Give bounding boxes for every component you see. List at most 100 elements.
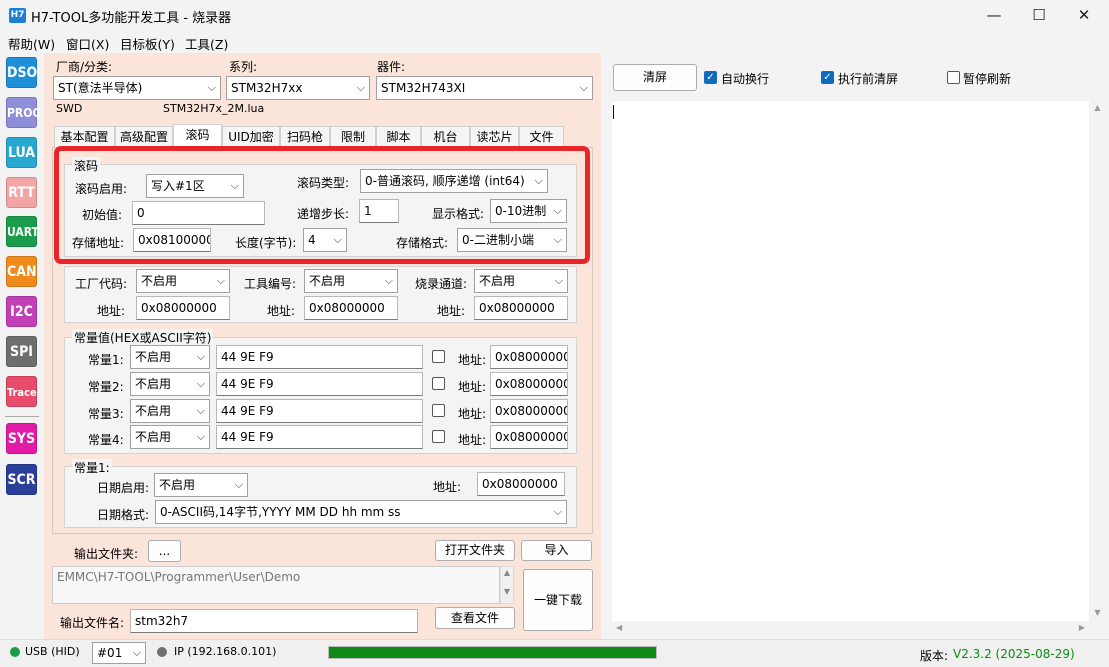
open-folder-button[interactable]: 打开文件夹 — [435, 540, 515, 561]
chevron-down-icon: ⌵ — [234, 478, 243, 491]
date-addr-input[interactable]: 0x08000000 — [477, 472, 565, 496]
minimize-button[interactable]: — — [971, 0, 1017, 31]
sidebar-scr-button[interactable]: SCR — [6, 464, 37, 495]
tab-1[interactable]: 高级配置 — [115, 126, 173, 147]
interface-text: SWD — [56, 102, 83, 115]
device-label: 器件: — [377, 60, 406, 74]
tab-9[interactable]: 文件 — [519, 126, 564, 147]
vendor-select[interactable]: ST(意法半导体) ⌵ — [53, 76, 221, 100]
one-click-download-button[interactable]: 一键下载 — [523, 569, 593, 631]
tool-number-select[interactable]: 不启用 ⌵ — [304, 269, 398, 293]
path-scrollbar[interactable]: ▲ ▼ — [500, 566, 514, 604]
sidebar-lua-button[interactable]: LUA — [6, 137, 37, 168]
tab-0[interactable]: 基本配置 — [54, 126, 115, 147]
progress-fill — [329, 647, 656, 658]
console-vertical-scrollbar[interactable]: ▲ ▼ — [1089, 101, 1106, 621]
browse-folder-button[interactable]: ... — [148, 540, 181, 562]
chevron-down-icon: ⌵ — [196, 404, 205, 417]
maximize-button[interactable]: ☐ — [1016, 0, 1062, 31]
scroll-down-icon[interactable]: ▼ — [501, 579, 513, 605]
clear-before-run-label: 执行前清屏 — [838, 72, 899, 86]
factory-addr-input[interactable]: 0x08000000 — [136, 296, 230, 320]
date-format-select[interactable]: 0-ASCII码,14字节,YYYY MM DD hh mm ss ⌵ — [155, 500, 567, 524]
output-path-field[interactable]: EMMC\H7-TOOL\Programmer\User\Demo — [52, 566, 500, 604]
date-enable-select[interactable]: 不启用 ⌵ — [154, 473, 248, 497]
chevron-down-icon: ⌵ — [196, 350, 205, 363]
tab-8[interactable]: 读芯片 — [470, 126, 519, 147]
factory-code-select[interactable]: 不启用 ⌵ — [136, 269, 230, 293]
series-select[interactable]: STM32H7xx ⌵ — [226, 76, 370, 100]
usb-status-text: USB (HID) — [25, 645, 80, 658]
tab-7[interactable]: 机台 — [421, 126, 470, 147]
tab-6[interactable]: 脚本 — [376, 126, 421, 147]
channel-addr-input[interactable]: 0x08000000 — [474, 296, 568, 320]
constant-2-enable-select[interactable]: 不启用 ⌵ — [130, 372, 210, 396]
scroll-up-icon[interactable]: ▲ — [501, 567, 513, 579]
constant-2-addr-input[interactable]: 0x08000000 — [490, 372, 568, 396]
menu-tools[interactable]: 工具(Z) — [185, 34, 228, 53]
chevron-down-icon: ⌵ — [553, 505, 562, 518]
window-title: H7-TOOL多功能开发工具 - 烧录器 — [31, 11, 232, 26]
scroll-right-icon[interactable]: ▶ — [1079, 623, 1085, 632]
constant-4-value-input[interactable]: 44 9E F9 — [216, 425, 423, 449]
constant-1-enable-select[interactable]: 不启用 ⌵ — [130, 345, 210, 369]
highlight-box — [54, 146, 590, 264]
port-select[interactable]: #01 ⌵ — [92, 642, 146, 664]
scroll-up-icon[interactable]: ▲ — [1089, 103, 1106, 112]
constants-group-title: 常量值(HEX或ASCII字符) — [72, 329, 214, 346]
clear-before-run-checkbox[interactable]: ✓ — [821, 71, 834, 84]
constant-4-enable-select[interactable]: 不启用 ⌵ — [130, 425, 210, 449]
sidebar-spi-button[interactable]: SPI — [6, 336, 37, 367]
factory-code-label: 工厂代码: — [75, 277, 128, 291]
sidebar-i2c-button[interactable]: I2C — [6, 296, 37, 327]
tab-2[interactable]: 滚码 — [173, 124, 222, 148]
chevron-down-icon: ⌵ — [196, 430, 205, 443]
tool-addr-input[interactable]: 0x08000000 — [304, 296, 398, 320]
sidebar-prog-button[interactable]: PROG — [6, 97, 41, 128]
sidebar-dso-button[interactable]: DSO — [6, 57, 37, 88]
auto-wrap-checkbox[interactable]: ✓ — [704, 71, 717, 84]
import-button[interactable]: 导入 — [521, 540, 592, 561]
constant-4-checkbox[interactable] — [432, 430, 445, 443]
sidebar-rtt-button[interactable]: RTT — [6, 177, 37, 208]
date-enable-label: 日期启用: — [97, 481, 150, 495]
date-addr-label: 地址: — [433, 480, 462, 494]
menu-window[interactable]: 窗口(X) — [66, 34, 109, 53]
clear-screen-button[interactable]: 清屏 — [613, 64, 697, 91]
menu-target[interactable]: 目标板(Y) — [120, 34, 175, 53]
device-select[interactable]: STM32H743XI ⌵ — [376, 76, 593, 100]
vendor-label: 厂商/分类: — [56, 60, 113, 74]
view-file-button[interactable]: 查看文件 — [435, 607, 515, 629]
constant-2-checkbox[interactable] — [432, 377, 445, 390]
menu-help[interactable]: 帮助(W) — [8, 34, 55, 53]
console-horizontal-scrollbar[interactable]: ◀ ▶ — [612, 621, 1089, 638]
sidebar-trace-button[interactable]: Trace — [6, 376, 37, 407]
channel-select[interactable]: 不启用 ⌵ — [474, 269, 568, 293]
output-filename-input[interactable]: stm32h7 — [130, 609, 418, 633]
tab-5[interactable]: 限制 — [330, 126, 376, 147]
constant-2-value-input[interactable]: 44 9E F9 — [216, 372, 423, 396]
pause-refresh-checkbox[interactable] — [947, 71, 960, 84]
close-button[interactable]: ✕ — [1061, 0, 1107, 31]
channel-label: 烧录通道: — [415, 277, 468, 291]
constant-3-value-input[interactable]: 44 9E F9 — [216, 399, 423, 423]
sidebar-can-button[interactable]: CAN — [6, 256, 37, 287]
tab-4[interactable]: 扫码枪 — [280, 126, 330, 147]
constant-3-addr-label: 地址: — [458, 407, 487, 421]
sidebar-sys-button[interactable]: SYS — [6, 423, 37, 454]
constant-3-addr-input[interactable]: 0x08000000 — [490, 399, 568, 423]
console-output[interactable] — [612, 101, 1089, 621]
constant-1-addr-label: 地址: — [458, 353, 487, 367]
constant-3-enable-select[interactable]: 不启用 ⌵ — [130, 399, 210, 423]
constant-1-checkbox[interactable] — [432, 350, 445, 363]
sidebar-uart-button[interactable]: UART — [6, 216, 39, 247]
constant-1-value-input[interactable]: 44 9E F9 — [216, 345, 423, 369]
scroll-left-icon[interactable]: ◀ — [616, 623, 622, 632]
scroll-down-icon[interactable]: ▼ — [1089, 608, 1106, 617]
constant-1-addr-input[interactable]: 0x08000000 — [490, 345, 568, 369]
constant-3-checkbox[interactable] — [432, 404, 445, 417]
constant-4-addr-input[interactable]: 0x08000000 — [490, 425, 568, 449]
chevron-down-icon: ⌵ — [207, 81, 216, 94]
tab-3[interactable]: UID加密 — [222, 126, 280, 147]
chevron-down-icon: ⌵ — [196, 377, 205, 390]
